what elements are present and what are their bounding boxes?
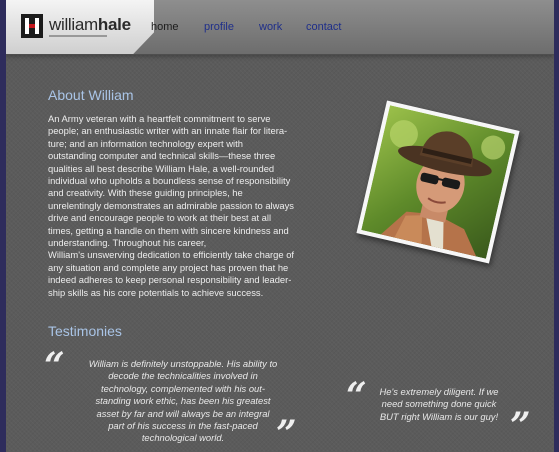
portrait-image (361, 105, 515, 259)
about-body: An Army veteran with a heartfelt commitm… (48, 113, 295, 298)
nav-profile[interactable]: profile (204, 21, 234, 33)
logo-wordmark: williamhale (49, 15, 131, 35)
site-header: williamhale home profile work contact (6, 0, 554, 55)
logo-mark-icon (21, 14, 43, 38)
about-heading: About William (48, 87, 134, 103)
testimonies-heading: Testimonies (48, 323, 122, 339)
logo-name-bold: hale (97, 15, 131, 34)
testimonial-1-text: William is definitely unstoppable. His a… (88, 358, 278, 444)
nav-home[interactable]: home (151, 21, 179, 33)
nav-work[interactable]: work (259, 21, 282, 33)
nav-contact[interactable]: contact (306, 21, 341, 33)
testimonial-2-text: He's extremely diligent. If we need some… (379, 386, 499, 422)
browser-frame: williamhale home profile work contact Ab… (0, 0, 559, 452)
profile-photo (356, 100, 520, 264)
logo-name-light: william (49, 15, 98, 34)
close-quote-icon: ” (276, 413, 297, 452)
page: williamhale home profile work contact Ab… (6, 0, 554, 452)
open-quote-icon: “ (44, 345, 65, 387)
logo-tagline-bar (49, 35, 107, 37)
close-quote-icon: ” (510, 405, 531, 447)
logo[interactable]: williamhale (6, 0, 154, 54)
